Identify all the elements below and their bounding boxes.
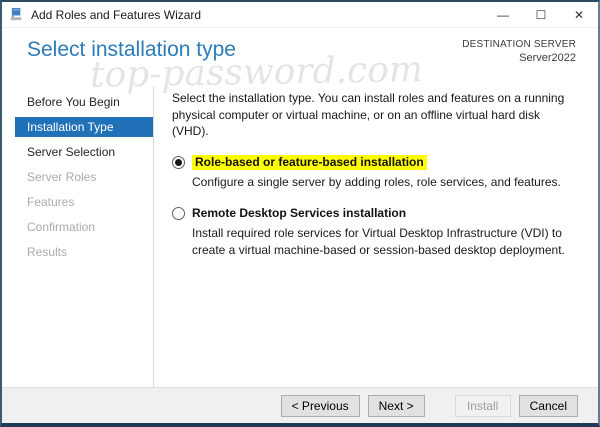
wizard-footer: < Previous Next > Install Cancel xyxy=(2,387,598,423)
page-title: Select installation type xyxy=(27,38,236,62)
cancel-button[interactable]: Cancel xyxy=(519,395,578,417)
wizard-steps-sidebar: Before You Begin Installation Type Serve… xyxy=(2,86,154,389)
option-role-based: Role-based or feature-based installation… xyxy=(172,155,576,191)
window-controls: — ☐ ✕ xyxy=(484,2,598,27)
option-role-based-label[interactable]: Role-based or feature-based installation xyxy=(192,155,427,171)
destination-server-name: Server2022 xyxy=(462,52,576,64)
installation-type-panel: Select the installation type. You can in… xyxy=(154,86,598,389)
option-remote-desktop: Remote Desktop Services installation Ins… xyxy=(172,206,576,259)
radio-remote-desktop[interactable] xyxy=(172,207,185,220)
radio-role-based[interactable] xyxy=(172,156,185,169)
wizard-header: Select installation type DESTINATION SER… xyxy=(2,28,598,86)
option-role-based-description: Configure a single server by adding role… xyxy=(192,174,576,191)
wizard-icon xyxy=(10,7,25,22)
sidebar-item-features: Features xyxy=(15,192,153,212)
sidebar-item-server-selection[interactable]: Server Selection xyxy=(15,142,153,162)
sidebar-item-confirmation: Confirmation xyxy=(15,217,153,237)
maximize-icon[interactable]: ☐ xyxy=(522,2,560,27)
previous-button[interactable]: < Previous xyxy=(281,395,360,417)
option-remote-desktop-description: Install required role services for Virtu… xyxy=(192,225,576,258)
title-bar: Add Roles and Features Wizard — ☐ ✕ xyxy=(2,2,598,28)
close-icon[interactable]: ✕ xyxy=(560,2,598,27)
minimize-icon[interactable]: — xyxy=(484,2,522,27)
install-button[interactable]: Install xyxy=(455,395,511,417)
window-title: Add Roles and Features Wizard xyxy=(31,8,484,22)
option-remote-desktop-label[interactable]: Remote Desktop Services installation xyxy=(192,206,406,222)
sidebar-item-installation-type[interactable]: Installation Type xyxy=(15,117,153,137)
intro-text: Select the installation type. You can in… xyxy=(172,90,576,140)
sidebar-item-before-you-begin[interactable]: Before You Begin xyxy=(15,92,153,112)
destination-label: DESTINATION SERVER xyxy=(462,39,576,50)
wizard-body: Before You Begin Installation Type Serve… xyxy=(2,86,598,389)
wizard-window: Add Roles and Features Wizard — ☐ ✕ Sele… xyxy=(0,0,600,427)
sidebar-item-server-roles: Server Roles xyxy=(15,167,153,187)
next-button[interactable]: Next > xyxy=(368,395,425,417)
destination-block: DESTINATION SERVER Server2022 xyxy=(462,39,576,64)
sidebar-item-results: Results xyxy=(15,242,153,262)
